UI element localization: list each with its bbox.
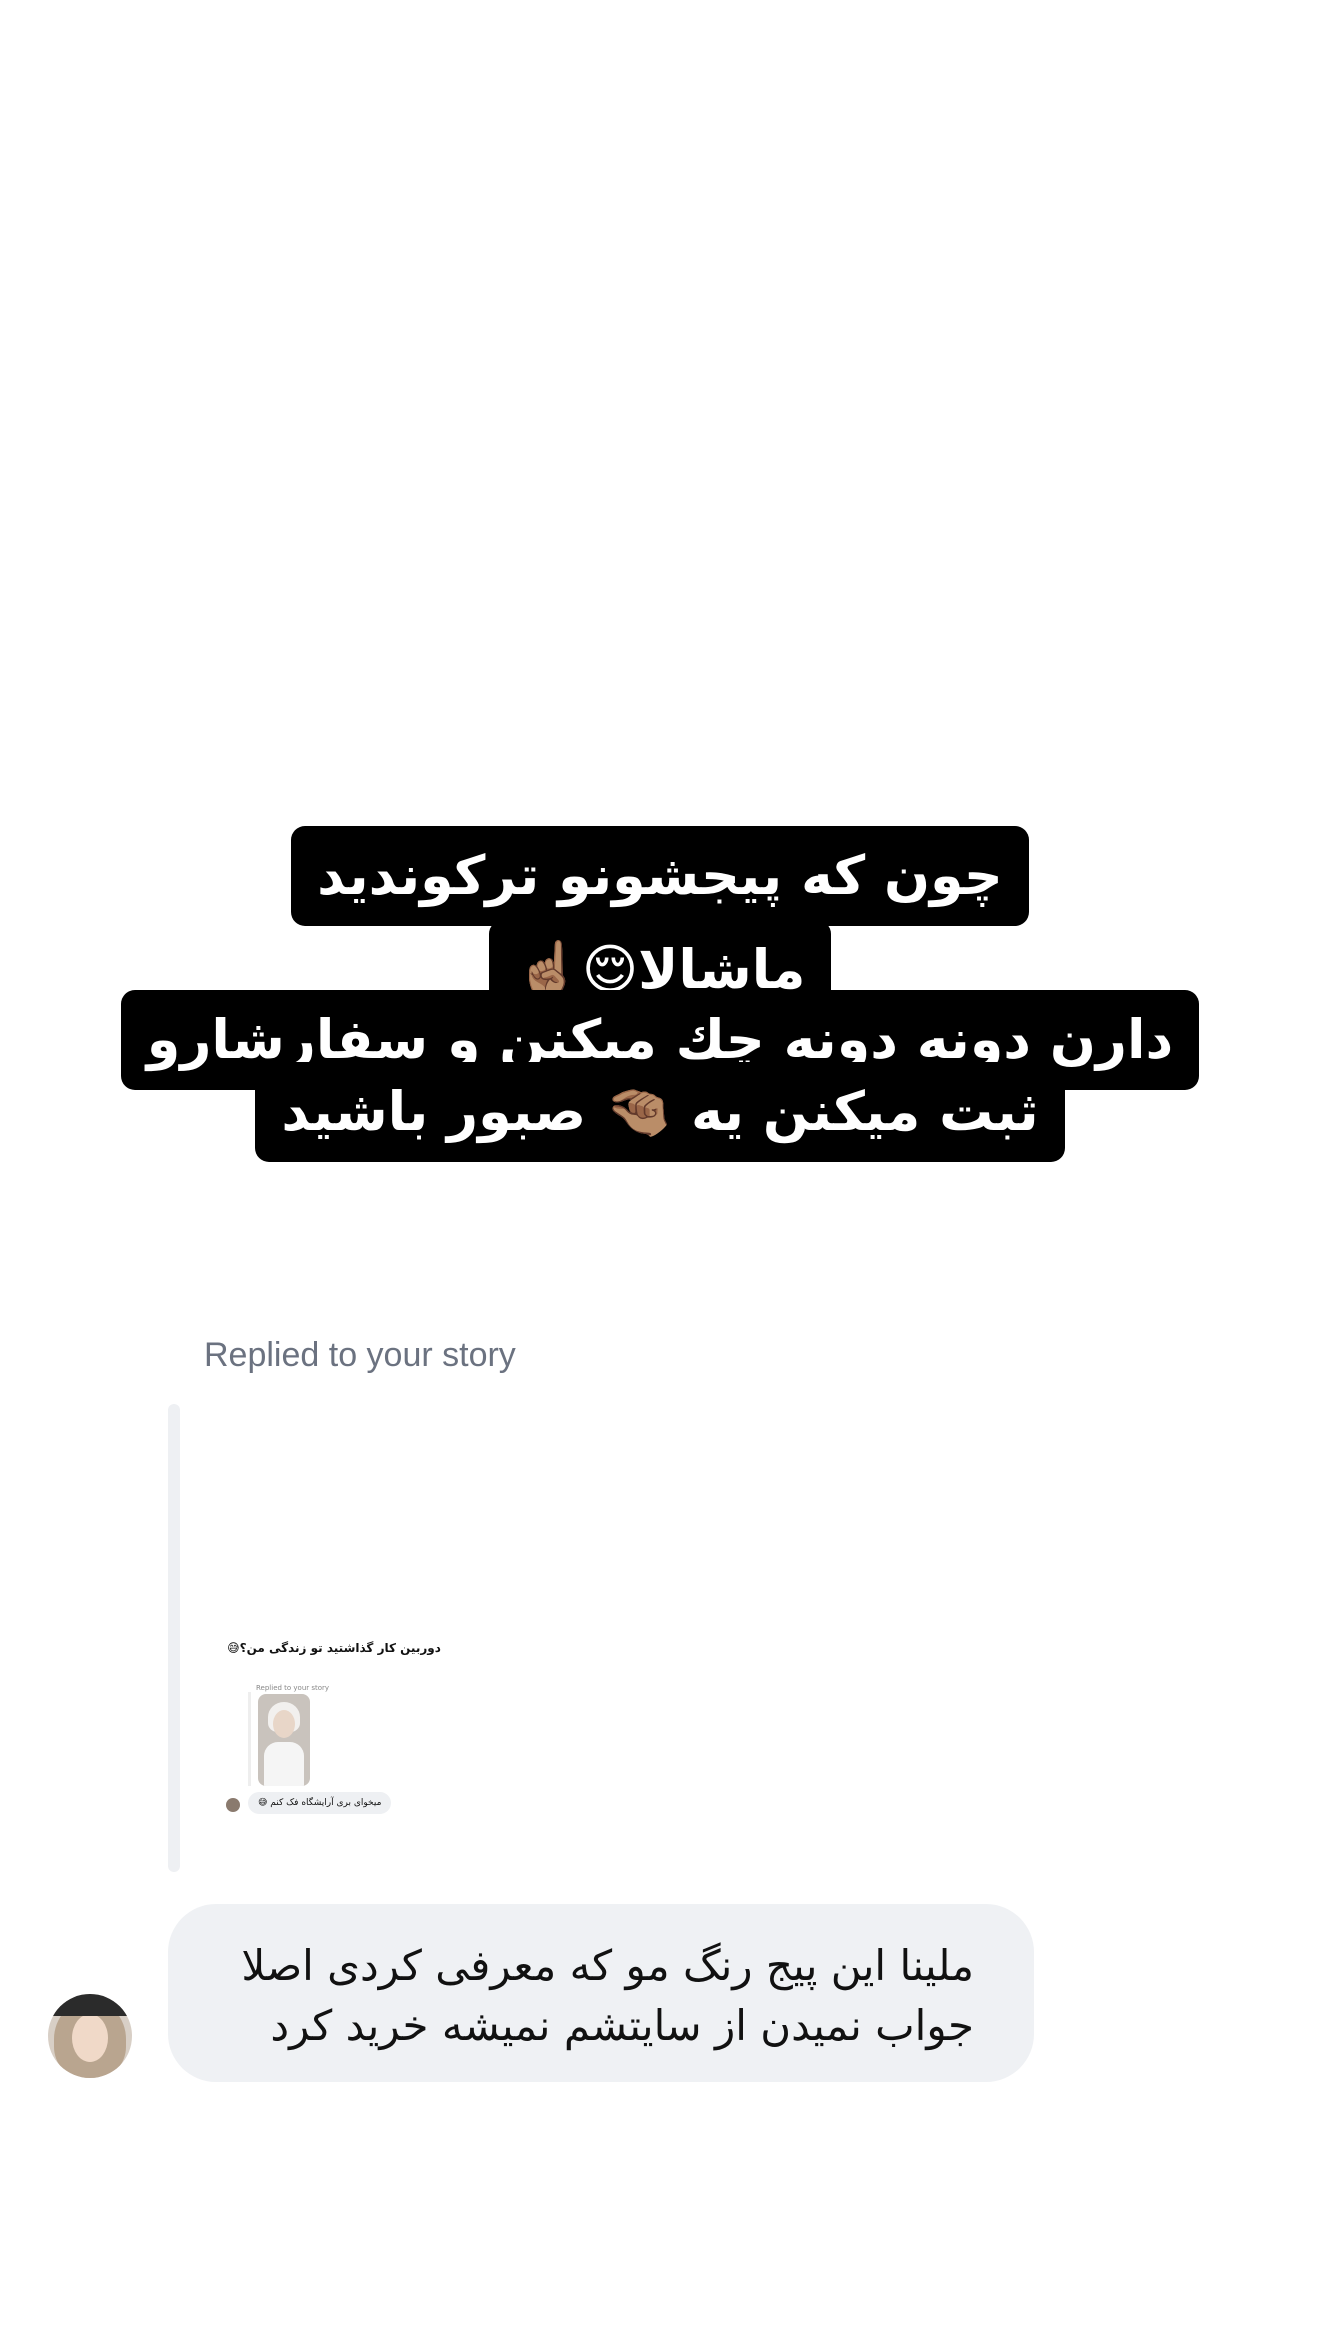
reply-quote-bar xyxy=(168,1404,180,1872)
message-line-1: ملینا این پیج رنگ مو که معرفی کردی اصلا xyxy=(241,1941,974,1990)
thumbnail-quote-bar xyxy=(248,1692,251,1786)
thumbnail-reply-label: Replied to your story xyxy=(256,1684,330,1692)
story-thumbnail[interactable]: دوربین کار گذاشتید تو زندگی من؟😅 Replied… xyxy=(214,1640,454,1820)
message-line-2: جواب نمیدن از سایتشم نمیشه خرید کرد xyxy=(270,2001,974,2050)
thumbnail-avatar xyxy=(226,1798,240,1812)
replied-to-story-label: Replied to your story xyxy=(204,1336,516,1374)
sender-avatar[interactable] xyxy=(48,1994,132,2078)
thumbnail-message: میخوای بری آرایشگاه فک کنم 😅 xyxy=(248,1792,392,1814)
thumbnail-photo xyxy=(258,1694,310,1786)
message-text: ملینا این پیج رنگ مو که معرفی کردی اصلا … xyxy=(241,1936,974,2056)
caption-line-4: ثبت میکنن یه 🤏🏽 صبور باشید xyxy=(0,1062,1320,1162)
thumbnail-caption: دوربین کار گذاشتید تو زندگی من؟😅 xyxy=(227,1641,441,1655)
message-bubble[interactable]: ملینا این پیج رنگ مو که معرفی کردی اصلا … xyxy=(168,1904,1034,2082)
caption-line-1: چون که پیجشونو ترکوندید xyxy=(0,826,1320,926)
